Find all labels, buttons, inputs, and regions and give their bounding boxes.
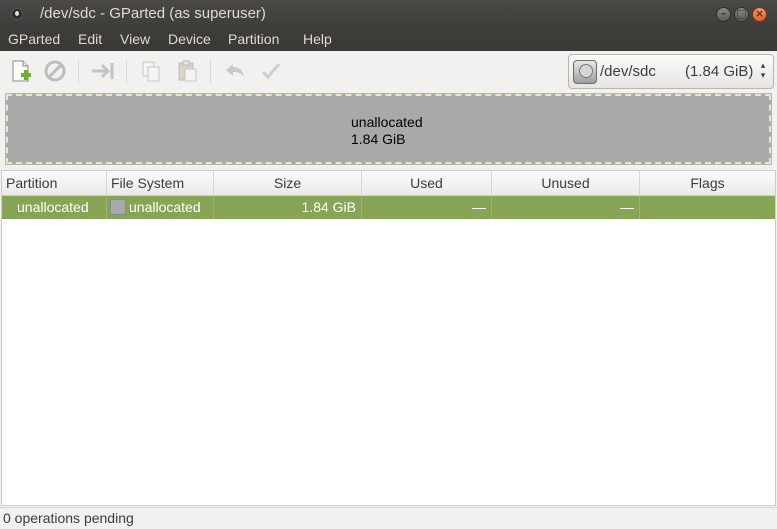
cell-partition: unallocated <box>2 196 107 219</box>
copy-button[interactable] <box>138 58 164 84</box>
diskmap-partition-size: 1.84 GiB <box>351 131 406 147</box>
table-header: Partition File System Size Used Unused F… <box>2 171 775 196</box>
table-row[interactable]: unallocated unallocated 1.84 GiB — — <box>2 196 775 219</box>
resize-move-button[interactable] <box>90 58 116 84</box>
menu-partition[interactable]: Partition <box>228 31 279 47</box>
cell-size: 1.84 GiB <box>214 196 362 219</box>
toolbar-separator <box>78 59 79 83</box>
menu-device[interactable]: Device <box>168 31 211 47</box>
diskmap-label: unallocated 1.84 GiB <box>351 114 423 148</box>
column-header-flags[interactable]: Flags <box>640 171 775 196</box>
menu-view[interactable]: View <box>120 31 150 47</box>
gparted-window: /dev/sdc - GParted (as superuser) – □ × … <box>0 0 777 529</box>
partition-table: Partition File System Size Used Unused F… <box>1 170 776 506</box>
filesystem-color-swatch <box>110 199 126 215</box>
maximize-button[interactable]: □ <box>734 7 749 22</box>
device-name: /dev/sdc <box>600 63 656 80</box>
copy-icon <box>142 61 160 82</box>
operations-pending-status: 0 operations pending <box>3 510 134 526</box>
device-size: (1.84 GiB) <box>685 63 754 80</box>
apply-button[interactable] <box>258 58 284 84</box>
undo-button[interactable] <box>222 58 248 84</box>
delete-button[interactable] <box>42 58 68 84</box>
toolbar-separator <box>126 59 127 83</box>
apply-icon <box>261 63 281 80</box>
toolbar: /dev/sdc (1.84 GiB) ▴ ▾ <box>0 51 777 91</box>
updown-arrows-icon: ▴ ▾ <box>760 61 766 81</box>
resize-move-icon <box>92 63 114 79</box>
window-title: /dev/sdc - GParted (as superuser) <box>40 5 266 22</box>
paste-button[interactable] <box>174 58 200 84</box>
toolbar-separator <box>210 59 211 83</box>
column-header-used[interactable]: Used <box>362 171 492 196</box>
menu-help[interactable]: Help <box>303 31 332 47</box>
diskmap-unallocated-block[interactable]: unallocated 1.84 GiB <box>5 93 772 165</box>
column-header-unused[interactable]: Unused <box>492 171 640 196</box>
column-header-filesystem[interactable]: File System <box>107 171 214 196</box>
close-button[interactable]: × <box>752 7 767 22</box>
new-partition-icon <box>12 60 31 82</box>
title-bar: /dev/sdc - GParted (as superuser) – □ × <box>0 0 777 28</box>
device-selector[interactable]: /dev/sdc (1.84 GiB) ▴ ▾ <box>568 54 774 89</box>
status-bar: 0 operations pending <box>0 507 777 529</box>
cell-unused: — <box>492 196 640 219</box>
disk-map: unallocated 1.84 GiB <box>5 93 772 165</box>
harddisk-icon <box>573 60 597 84</box>
cell-flags <box>640 196 775 219</box>
menu-bar: GParted Edit View Device Partition Help <box>0 28 777 51</box>
new-partition-button[interactable] <box>8 58 34 84</box>
diskmap-partition-name: unallocated <box>351 114 423 130</box>
menu-gparted[interactable]: GParted <box>8 31 60 47</box>
undo-icon <box>226 64 244 77</box>
paste-icon <box>178 60 197 82</box>
cell-filesystem: unallocated <box>107 196 214 219</box>
minimize-button[interactable]: – <box>716 7 731 22</box>
cell-used: — <box>362 196 492 219</box>
cell-filesystem-text: unallocated <box>129 199 201 215</box>
delete-icon <box>44 60 66 82</box>
window-menu-icon[interactable] <box>11 8 23 20</box>
menu-edit[interactable]: Edit <box>78 31 102 47</box>
column-header-partition[interactable]: Partition <box>2 171 107 196</box>
column-header-size[interactable]: Size <box>214 171 362 196</box>
